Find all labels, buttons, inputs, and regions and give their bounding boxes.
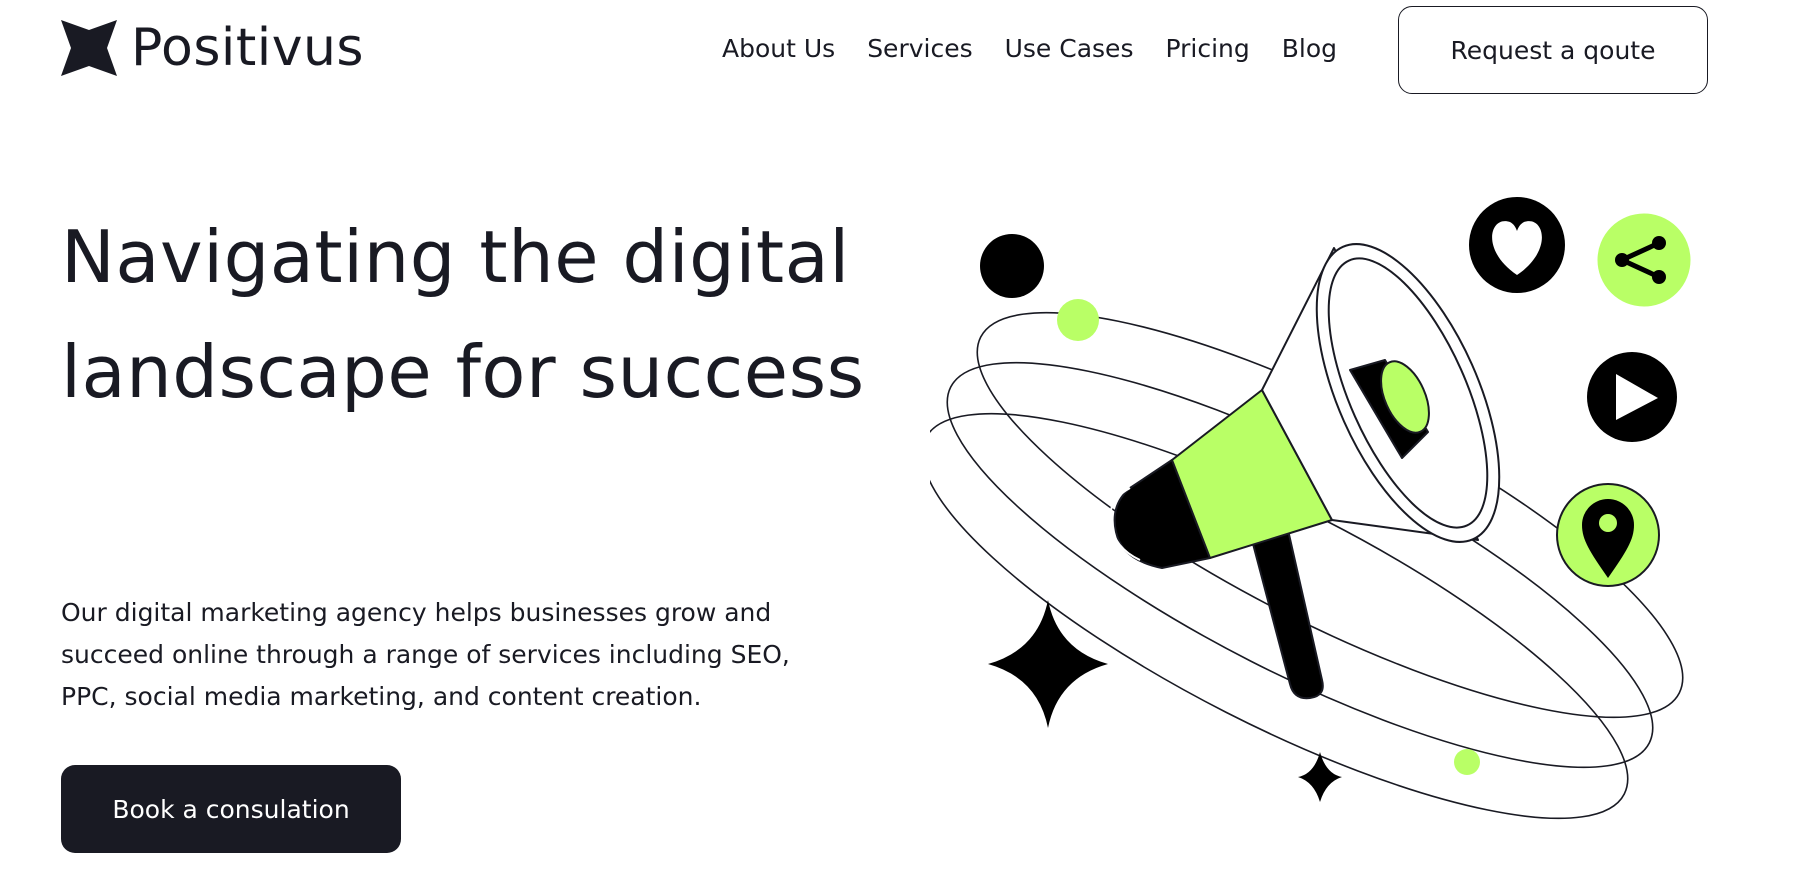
hero-title: Navigating the digital landscape for suc… — [61, 215, 865, 414]
sparkle-star-icon — [988, 600, 1108, 728]
page: Positivus About Us Services Use Cases Pr… — [0, 0, 1798, 872]
share-icon — [1597, 213, 1691, 307]
nav-blog[interactable]: Blog — [1282, 33, 1337, 66]
request-quote-button[interactable]: Request a qoute — [1398, 6, 1708, 94]
megaphone-icon — [1108, 243, 1501, 700]
dot-green-small — [1454, 749, 1480, 775]
logo-text: Positivus — [131, 18, 365, 78]
dot-black — [980, 234, 1044, 298]
nav-services[interactable]: Services — [867, 33, 972, 66]
play-icon — [1587, 352, 1677, 442]
location-pin-icon — [1556, 483, 1660, 587]
heart-icon — [1469, 197, 1565, 293]
nav-use-cases[interactable]: Use Cases — [1005, 33, 1134, 66]
logo-star-icon — [61, 20, 117, 76]
nav-about-us[interactable]: About Us — [722, 33, 835, 66]
nav-pricing[interactable]: Pricing — [1165, 33, 1249, 66]
small-sparkle-star-icon — [1298, 752, 1342, 802]
hero-description: Our digital marketing agency helps busin… — [61, 598, 790, 711]
main-nav: About Us Services Use Cases Pricing Blog — [722, 33, 1337, 66]
logo[interactable]: Positivus — [61, 20, 364, 76]
dot-green — [1057, 299, 1099, 341]
hero-illustration — [930, 197, 1691, 820]
book-consultation-button[interactable]: Book a consulation — [61, 765, 401, 853]
